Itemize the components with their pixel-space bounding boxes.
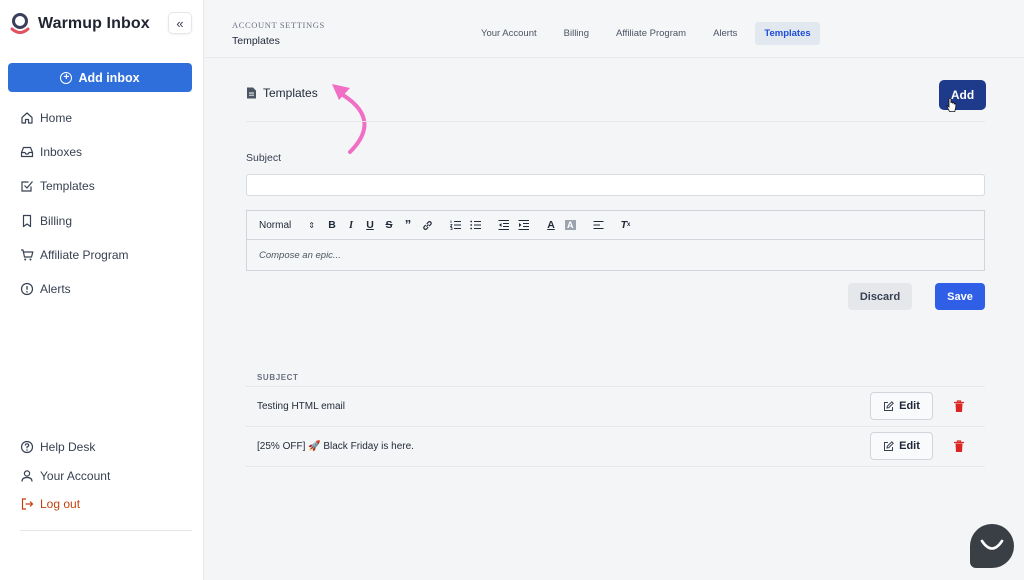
sidebar-item-templates[interactable]: Templates <box>20 176 95 196</box>
table-row: Testing HTML email Edit <box>246 387 985 427</box>
section-header: Templates <box>246 86 318 100</box>
discard-label: Discard <box>859 290 901 303</box>
sidebar-item-alerts[interactable]: Alerts <box>20 279 71 299</box>
select-arrows-icon: ⇕ <box>308 220 315 230</box>
underline-icon[interactable]: U <box>365 219 375 231</box>
outdent-icon[interactable] <box>498 220 509 230</box>
sidebar-divider <box>20 530 192 531</box>
rich-text-editor: Normal ⇕ B I U S ” A A Tx Compose an epi… <box>246 210 985 271</box>
document-icon <box>247 87 256 99</box>
add-inbox-label: Add inbox <box>78 70 140 85</box>
breadcrumb-current: Templates <box>232 35 280 47</box>
save-button[interactable]: Save <box>935 283 985 310</box>
blockquote-icon[interactable]: ” <box>403 218 413 231</box>
sidebar-item-label: Templates <box>40 179 95 193</box>
inbox-icon <box>20 146 34 158</box>
sidebar-item-label: Inboxes <box>40 145 83 159</box>
sidebar-item-help-desk[interactable]: Help Desk <box>20 437 95 457</box>
background-color-icon[interactable]: A <box>565 220 576 230</box>
chat-widget-button[interactable] <box>970 524 1014 568</box>
strikethrough-icon[interactable]: S <box>384 219 394 231</box>
bold-icon[interactable]: B <box>327 219 337 231</box>
bullet-list-icon[interactable] <box>470 220 481 230</box>
tab-alerts[interactable]: Alerts <box>704 22 746 45</box>
text-color-icon[interactable]: A <box>546 219 556 231</box>
table-header-subject: SUBJECT <box>246 368 985 387</box>
sidebar-item-label: Alerts <box>40 282 71 296</box>
annotation-arrow-icon <box>332 84 367 154</box>
smile-icon <box>980 539 1004 550</box>
editor-body[interactable]: Compose an epic... <box>247 240 984 271</box>
format-select[interactable]: Normal ⇕ <box>259 220 327 231</box>
plus-circle-icon: + <box>60 71 73 84</box>
sidebar-item-label: Log out <box>40 497 81 511</box>
home-icon <box>21 112 33 124</box>
edit-icon <box>884 400 895 411</box>
subject-input[interactable] <box>246 174 985 196</box>
collapse-sidebar-button[interactable]: « <box>168 12 192 34</box>
ordered-list-icon[interactable] <box>450 220 461 230</box>
subject-label: Subject <box>246 152 282 164</box>
edit-button[interactable]: Edit <box>870 392 933 420</box>
table-row: [25% OFF] 🚀 Black Friday is here. Edit <box>246 427 985 467</box>
tab-billing[interactable]: Billing <box>555 22 598 45</box>
sidebar-item-billing[interactable]: Billing <box>20 211 72 231</box>
edit-label: Edit <box>899 440 920 452</box>
save-label: Save <box>947 290 973 303</box>
sidebar-item-affiliate[interactable]: Affiliate Program <box>20 245 128 265</box>
sidebar-item-your-account[interactable]: Your Account <box>20 466 110 486</box>
breadcrumb-parent: ACCOUNT SETTINGS <box>232 20 325 30</box>
logout-icon <box>21 498 34 510</box>
sidebar: Warmup Inbox « + Add inbox Home Inboxes … <box>0 0 204 580</box>
format-select-value: Normal <box>259 219 292 231</box>
sidebar-item-home[interactable]: Home <box>20 108 72 128</box>
editor-placeholder: Compose an epic... <box>259 250 341 261</box>
sidebar-item-label: Home <box>40 111 73 125</box>
warmup-logo-icon <box>10 13 30 34</box>
brand[interactable]: Warmup Inbox <box>10 10 150 38</box>
trash-icon[interactable] <box>953 440 965 453</box>
templates-table: SUBJECT Testing HTML email Edit [25% OFF… <box>246 368 985 467</box>
sidebar-item-label: Help Desk <box>40 440 96 454</box>
settings-tabs: Your Account Billing Affiliate Program A… <box>472 22 829 45</box>
section-divider <box>246 121 985 122</box>
sidebar-item-label: Affiliate Program <box>40 248 129 262</box>
edit-icon <box>884 440 895 451</box>
editor-toolbar: Normal ⇕ B I U S ” A A Tx <box>247 211 984 240</box>
clear-format-icon[interactable]: Tx <box>621 219 631 231</box>
top-bar: ACCOUNT SETTINGS Templates Your Account … <box>204 0 1024 58</box>
link-icon[interactable] <box>422 220 433 231</box>
double-chevron-left-icon: « <box>176 15 184 31</box>
sidebar-item-inboxes[interactable]: Inboxes <box>20 142 82 162</box>
bookmark-icon <box>22 214 32 228</box>
align-icon[interactable] <box>593 220 604 230</box>
add-inbox-button[interactable]: + Add inbox <box>8 63 192 92</box>
template-subject: [25% OFF] 🚀 Black Friday is here. <box>257 441 414 452</box>
tab-your-account[interactable]: Your Account <box>472 22 546 45</box>
sidebar-item-log-out[interactable]: Log out <box>20 494 80 514</box>
edit-label: Edit <box>899 400 920 412</box>
cart-icon <box>21 249 34 261</box>
edit-button[interactable]: Edit <box>870 432 933 460</box>
checkbox-icon <box>21 181 33 192</box>
italic-icon[interactable]: I <box>346 220 356 231</box>
trash-icon[interactable] <box>953 400 965 413</box>
tab-affiliate-program[interactable]: Affiliate Program <box>607 22 695 45</box>
section-title: Templates <box>263 86 318 100</box>
sidebar-item-label: Billing <box>40 214 73 228</box>
alert-icon <box>20 282 34 296</box>
pointer-cursor-icon <box>946 98 957 112</box>
tab-templates[interactable]: Templates <box>755 22 820 45</box>
sidebar-item-label: Your Account <box>40 469 111 483</box>
indent-icon[interactable] <box>518 220 529 230</box>
brand-name: Warmup Inbox <box>38 15 150 32</box>
user-icon <box>21 470 33 482</box>
template-subject: Testing HTML email <box>257 401 345 412</box>
discard-button[interactable]: Discard <box>848 283 912 310</box>
help-icon <box>20 440 34 454</box>
